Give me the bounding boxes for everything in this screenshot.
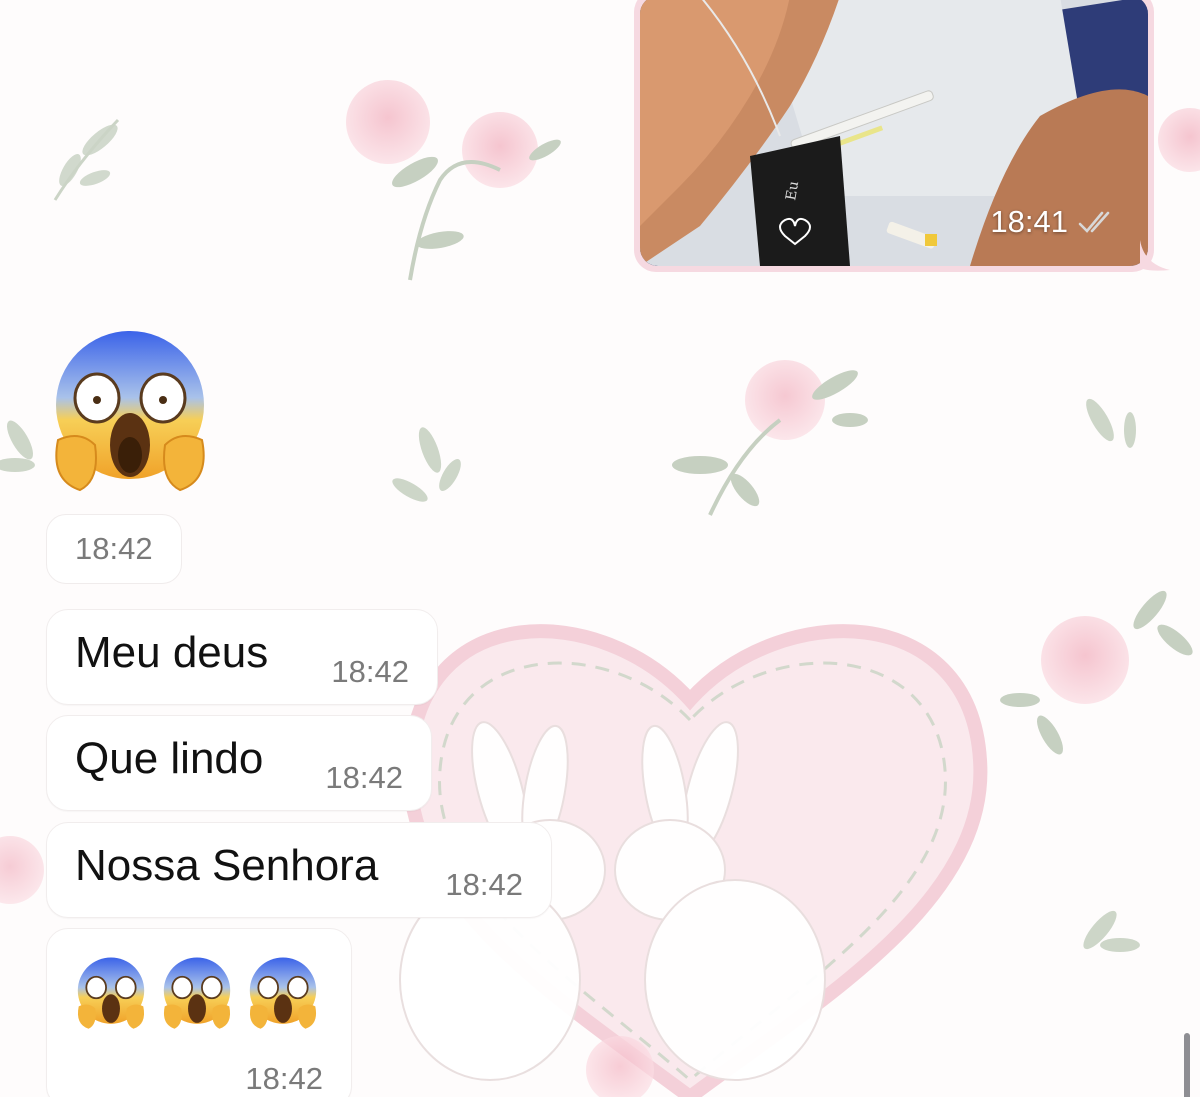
incoming-message[interactable]: Nossa Senhora 18:42 bbox=[46, 822, 552, 918]
message-timestamp: 18:42 bbox=[325, 760, 403, 795]
incoming-emoji-message[interactable]: 18:42 bbox=[46, 928, 352, 1097]
chat-view[interactable]: Eu 18:41 18:42 Meu deus 18:42 Que lindo … bbox=[0, 0, 1200, 1097]
emoji-message-timestamp: 18:42 bbox=[46, 514, 182, 584]
image-timestamp: 18:41 bbox=[990, 204, 1068, 239]
double-check-icon bbox=[1078, 211, 1110, 233]
message-photo[interactable]: Eu 18:41 bbox=[640, 0, 1148, 266]
outgoing-image-message[interactable]: Eu 18:41 bbox=[634, 0, 1154, 272]
message-text: Que lindo bbox=[75, 734, 264, 783]
emoji-row bbox=[75, 957, 319, 1031]
timestamp-text: 18:42 bbox=[75, 531, 153, 566]
face-screaming-in-fear-emoji bbox=[77, 957, 145, 1029]
face-screaming-in-fear-emoji bbox=[163, 957, 231, 1029]
face-screaming-in-fear-emoji[interactable] bbox=[50, 330, 210, 495]
incoming-message[interactable]: Que lindo 18:42 bbox=[46, 715, 432, 811]
bubble-tail bbox=[1140, 240, 1170, 271]
message-timestamp: 18:42 bbox=[445, 867, 523, 902]
svg-text:Eu: Eu bbox=[783, 180, 802, 202]
incoming-message[interactable]: Meu deus 18:42 bbox=[46, 609, 438, 705]
message-text: Nossa Senhora bbox=[75, 841, 379, 890]
image-meta: 18:41 bbox=[990, 204, 1118, 240]
message-text: Meu deus bbox=[75, 628, 269, 677]
face-screaming-in-fear-emoji bbox=[249, 957, 317, 1029]
scrollbar[interactable] bbox=[1184, 1033, 1190, 1097]
message-timestamp: 18:42 bbox=[245, 1061, 323, 1096]
message-timestamp: 18:42 bbox=[331, 654, 409, 689]
